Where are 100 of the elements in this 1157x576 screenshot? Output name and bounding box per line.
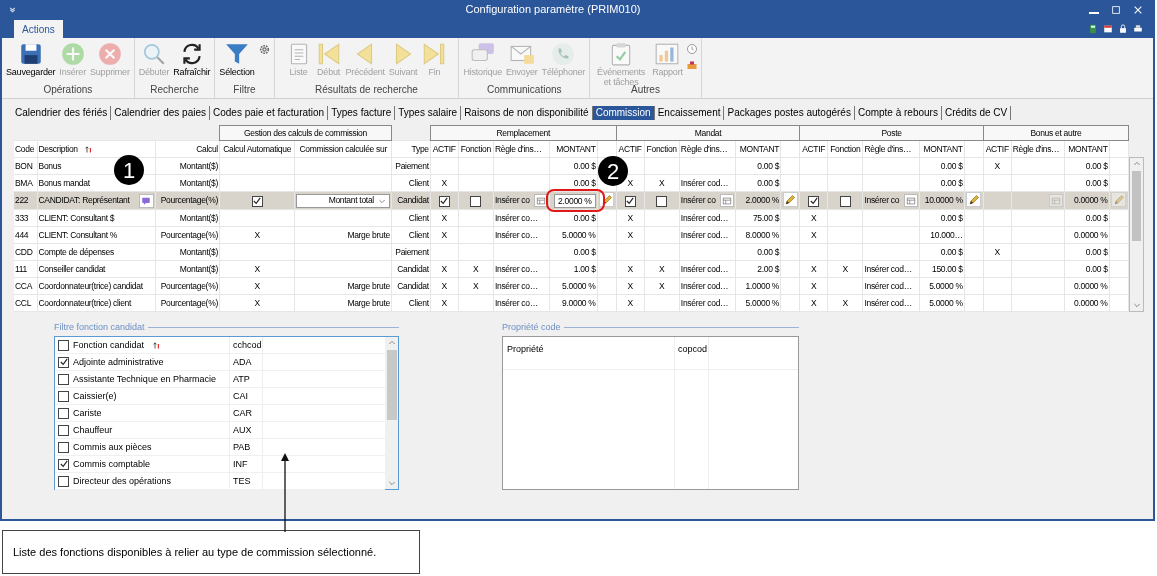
table-cell: 5.0000 % bbox=[549, 277, 598, 295]
list-item[interactable]: Commis aux pièces bbox=[73, 440, 152, 454]
tab[interactable]: Types salaire bbox=[395, 106, 462, 120]
table-cell: X bbox=[799, 294, 828, 312]
pencil-icon bbox=[784, 193, 797, 206]
tab[interactable]: Crédits de CV bbox=[941, 106, 1012, 120]
table-cell: 75.00 $ bbox=[735, 209, 781, 227]
table-cell: 0.0000 % bbox=[1064, 277, 1110, 295]
table-cell: Client bbox=[391, 209, 431, 227]
tab[interactable]: Raisons de non disponibilité bbox=[461, 106, 593, 120]
table-cell: X bbox=[644, 277, 680, 295]
function-list[interactable] bbox=[54, 336, 399, 491]
comment-button[interactable] bbox=[138, 193, 154, 208]
tab[interactable]: Calendrier des paies bbox=[111, 106, 210, 120]
amount-field[interactable]: 2.0000 % bbox=[554, 193, 596, 208]
column-header: Calcul Automatique bbox=[219, 140, 295, 158]
column-header: MONTANT bbox=[919, 140, 965, 158]
checkbox[interactable] bbox=[58, 458, 69, 470]
list-item[interactable]: Cariste bbox=[73, 406, 102, 420]
ribbon-group-label: Autres bbox=[631, 84, 661, 95]
list-item[interactable]: Chauffeur bbox=[73, 423, 113, 437]
tab[interactable]: Types facture bbox=[328, 106, 396, 120]
phone-icon bbox=[550, 41, 577, 67]
table-icon bbox=[905, 195, 916, 206]
checkbox[interactable] bbox=[438, 195, 450, 207]
scroll-down-icon bbox=[387, 479, 396, 488]
table-cell: 0.00 $ bbox=[919, 243, 965, 261]
tab[interactable]: Calendrier des fériés bbox=[12, 106, 112, 120]
column-header: ACTIF bbox=[616, 140, 644, 158]
checkbox[interactable] bbox=[58, 475, 69, 487]
list-item[interactable]: Adjointe administrative bbox=[73, 355, 164, 369]
query-button[interactable] bbox=[534, 194, 549, 208]
checkbox[interactable] bbox=[58, 373, 69, 385]
table-cell: X bbox=[827, 294, 863, 312]
table-cell: CAR bbox=[229, 405, 263, 422]
list-item[interactable]: Directeur des opérations bbox=[73, 474, 172, 488]
column-header: copcod bbox=[675, 337, 709, 370]
list-item[interactable]: Commis comptable bbox=[73, 457, 151, 471]
edit-button[interactable] bbox=[966, 192, 982, 207]
scrollbar-thumb[interactable] bbox=[386, 350, 397, 421]
lock-icon bbox=[1118, 23, 1128, 34]
list-item[interactable]: Assistante Technique en Pharmacie bbox=[73, 372, 216, 386]
table-cell: 0.00 $ bbox=[735, 157, 781, 175]
ribbon-button[interactable]: Sauvegarder bbox=[5, 41, 57, 77]
checkbox[interactable] bbox=[58, 339, 69, 351]
table-cell: 5.0000 % bbox=[919, 277, 965, 295]
checkbox[interactable] bbox=[656, 195, 668, 207]
table-cell: CCL bbox=[14, 294, 38, 312]
table-cell: X bbox=[827, 260, 863, 278]
scrollbar[interactable] bbox=[385, 337, 398, 490]
table-cell: 5.0000 % bbox=[549, 226, 598, 244]
scrollbar-thumb[interactable] bbox=[1132, 171, 1141, 241]
checkbox[interactable] bbox=[808, 195, 820, 207]
table-cell: Insérer cod… bbox=[679, 260, 736, 278]
pencil-icon bbox=[967, 193, 980, 206]
table-cell: 0.00 $ bbox=[919, 174, 965, 192]
table-cell: 0.00 $ bbox=[735, 243, 781, 261]
table-cell: Client bbox=[391, 294, 431, 312]
table-cell: Coordonnateur(trice) candidat bbox=[37, 277, 156, 295]
query-button[interactable] bbox=[903, 194, 918, 208]
table-cell: X bbox=[219, 260, 295, 278]
table-cell: X bbox=[430, 260, 459, 278]
tab[interactable]: Commission bbox=[592, 106, 655, 120]
ribbon-button[interactable]: Sélection bbox=[218, 41, 256, 77]
table-cell: X bbox=[644, 174, 680, 192]
checkbox[interactable] bbox=[58, 390, 69, 402]
edit-button[interactable] bbox=[782, 192, 798, 207]
table-cell: Insérer cod… bbox=[679, 277, 736, 295]
column-header: MONTANT bbox=[735, 140, 781, 158]
table-cell: 0.0000 % bbox=[1064, 226, 1110, 244]
column-group-header: Gestion des calculs de commission bbox=[219, 125, 392, 141]
printer-icon bbox=[1133, 23, 1143, 34]
checkbox[interactable] bbox=[58, 407, 69, 419]
column-header: Propriété bbox=[503, 337, 675, 370]
checkbox[interactable] bbox=[58, 424, 69, 436]
checkbox[interactable] bbox=[839, 195, 851, 207]
table-cell: Candidat bbox=[391, 277, 431, 295]
checkbox[interactable] bbox=[251, 195, 263, 207]
table-cell: Insérer cod… bbox=[862, 277, 920, 295]
table-cell: Pourcentage(%) bbox=[155, 191, 220, 210]
checkbox[interactable] bbox=[624, 195, 636, 207]
query-button[interactable] bbox=[720, 194, 735, 208]
ribbon-button[interactable]: Rafraîchir bbox=[172, 41, 212, 77]
table-cell: 0.00 $ bbox=[919, 209, 965, 227]
tab[interactable]: Compte à rebours bbox=[854, 106, 942, 120]
tab[interactable]: Packages postes autogérés bbox=[724, 106, 855, 120]
table-icon bbox=[722, 195, 733, 206]
minimize-icon bbox=[1089, 11, 1099, 14]
table-cell: 5.0000 % bbox=[919, 294, 965, 312]
tab[interactable]: Encaissement bbox=[654, 106, 725, 120]
checkbox[interactable] bbox=[58, 441, 69, 453]
commission-base-dropdown[interactable]: Montant total bbox=[296, 193, 390, 208]
checkbox[interactable] bbox=[470, 195, 482, 207]
table-cell: X bbox=[430, 226, 459, 244]
tray-icon bbox=[685, 59, 698, 71]
ribbon-tab[interactable]: Actions bbox=[14, 20, 63, 38]
table-cell: Insérer co… bbox=[493, 260, 550, 278]
tab[interactable]: Codes paie et facturation bbox=[210, 106, 329, 120]
checkbox[interactable] bbox=[58, 356, 69, 368]
list-item[interactable]: Caissier(e) bbox=[73, 389, 117, 403]
